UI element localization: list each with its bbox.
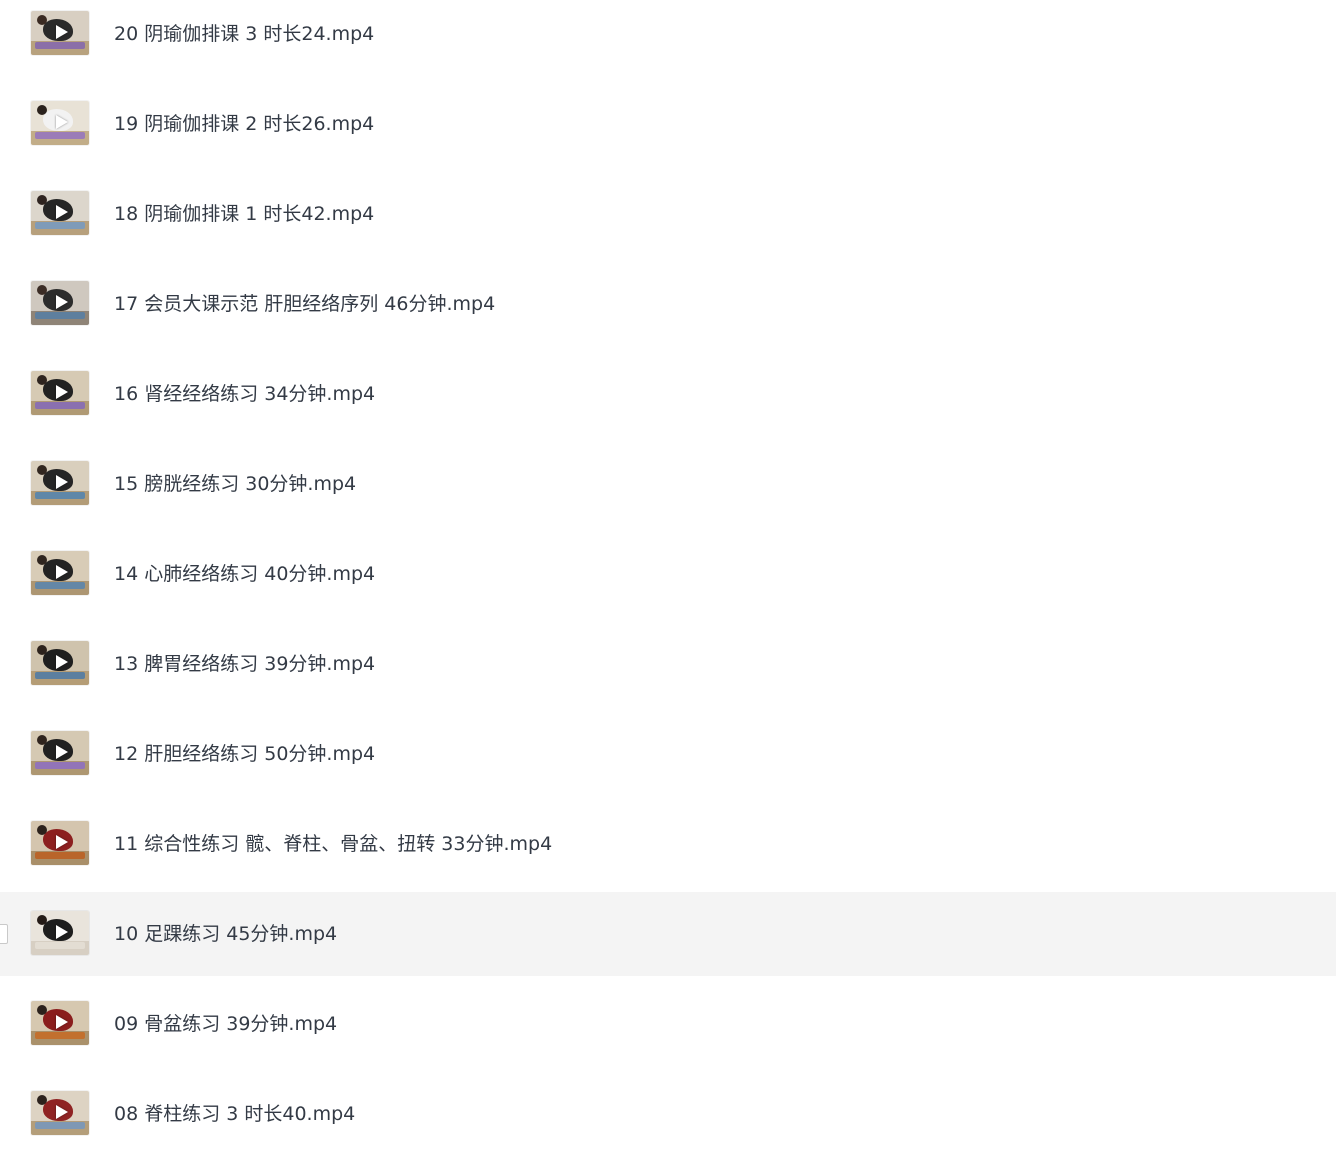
thumbnail-mat [35,852,85,859]
file-name[interactable]: 17 会员大课示范 肝胆经络序列 46分钟.mp4 [114,292,495,316]
play-icon [56,1015,68,1029]
file-row[interactable]: 18 阴瑜伽排课 1 时长42.mp4 [0,172,1336,256]
file-row[interactable]: 20 阴瑜伽排课 3 时长24.mp4 [0,0,1336,76]
file-row[interactable]: 15 膀胱经练习 30分钟.mp4 [0,442,1336,526]
play-icon [56,745,68,759]
video-thumbnail-icon[interactable] [31,551,89,595]
video-thumbnail-icon[interactable] [31,1091,89,1135]
thumbnail-head [37,465,47,475]
thumbnail-head [37,105,47,115]
file-list: 20 阴瑜伽排课 3 时长24.mp4 19 阴瑜伽排课 2 时长26.mp4 18… [0,0,1336,1164]
play-icon [56,565,68,579]
file-row[interactable]: 11 综合性练习 髋、脊柱、骨盆、扭转 33分钟.mp4 [0,802,1336,886]
thumbnail-mat [35,312,85,319]
thumbnail-head [37,1005,47,1015]
file-name[interactable]: 09 骨盆练习 39分钟.mp4 [114,1012,337,1036]
thumbnail-mat [35,492,85,499]
file-name[interactable]: 10 足踝练习 45分钟.mp4 [114,922,337,946]
file-name[interactable]: 19 阴瑜伽排课 2 时长26.mp4 [114,112,374,136]
file-name[interactable]: 18 阴瑜伽排课 1 时长42.mp4 [114,202,374,226]
thumbnail-mat [35,582,85,589]
thumbnail-mat [35,762,85,769]
thumbnail-head [37,915,47,925]
thumbnail-mat [35,1032,85,1039]
video-thumbnail-icon[interactable] [31,281,89,325]
file-row[interactable]: 17 会员大课示范 肝胆经络序列 46分钟.mp4 [0,262,1336,346]
thumbnail-mat [35,42,85,49]
file-name[interactable]: 08 脊柱练习 3 时长40.mp4 [114,1102,355,1126]
file-name[interactable]: 20 阴瑜伽排课 3 时长24.mp4 [114,22,374,46]
file-row[interactable]: 08 脊柱练习 3 时长40.mp4 [0,1072,1336,1156]
file-row[interactable]: 12 肝胆经络练习 50分钟.mp4 [0,712,1336,796]
video-thumbnail-icon[interactable] [31,101,89,145]
file-row[interactable]: 13 脾胃经络练习 39分钟.mp4 [0,622,1336,706]
file-name[interactable]: 16 肾经经络练习 34分钟.mp4 [114,382,375,406]
video-thumbnail-icon[interactable] [31,731,89,775]
video-thumbnail-icon[interactable] [31,461,89,505]
video-thumbnail-icon[interactable] [31,1001,89,1045]
thumbnail-mat [35,402,85,409]
file-row[interactable]: 19 阴瑜伽排课 2 时长26.mp4 [0,82,1336,166]
play-icon [56,25,68,39]
play-icon [56,205,68,219]
play-icon [56,835,68,849]
video-thumbnail-icon[interactable] [31,11,89,55]
thumbnail-head [37,735,47,745]
thumbnail-head [37,195,47,205]
file-row[interactable]: 14 心肺经络练习 40分钟.mp4 [0,532,1336,616]
play-icon [56,385,68,399]
video-thumbnail-icon[interactable] [31,371,89,415]
file-name[interactable]: 15 膀胱经练习 30分钟.mp4 [114,472,356,496]
file-name[interactable]: 12 肝胆经络练习 50分钟.mp4 [114,742,375,766]
thumbnail-mat [35,222,85,229]
thumbnail-head [37,1095,47,1105]
video-thumbnail-icon[interactable] [31,641,89,685]
thumbnail-head [37,375,47,385]
file-row[interactable]: 09 骨盆练习 39分钟.mp4 [0,982,1336,1066]
play-icon [56,295,68,309]
play-icon [56,1105,68,1119]
file-row[interactable]: 16 肾经经络练习 34分钟.mp4 [0,352,1336,436]
thumbnail-head [37,555,47,565]
thumbnail-head [37,825,47,835]
thumbnail-head [37,645,47,655]
row-checkbox[interactable] [0,924,8,944]
thumbnail-mat [35,672,85,679]
video-thumbnail-icon[interactable] [31,191,89,235]
play-icon [56,925,68,939]
thumbnail-mat [35,1122,85,1129]
play-icon [56,115,68,129]
play-icon [56,475,68,489]
thumbnail-mat [35,132,85,139]
video-thumbnail-icon[interactable] [31,821,89,865]
thumbnail-head [37,15,47,25]
play-icon [56,655,68,669]
file-name[interactable]: 11 综合性练习 髋、脊柱、骨盆、扭转 33分钟.mp4 [114,832,552,856]
file-name[interactable]: 14 心肺经络练习 40分钟.mp4 [114,562,375,586]
thumbnail-mat [35,942,85,949]
thumbnail-head [37,285,47,295]
video-thumbnail-icon[interactable] [31,911,89,955]
file-name[interactable]: 13 脾胃经络练习 39分钟.mp4 [114,652,375,676]
file-row[interactable]: 10 足踝练习 45分钟.mp4 [0,892,1336,976]
